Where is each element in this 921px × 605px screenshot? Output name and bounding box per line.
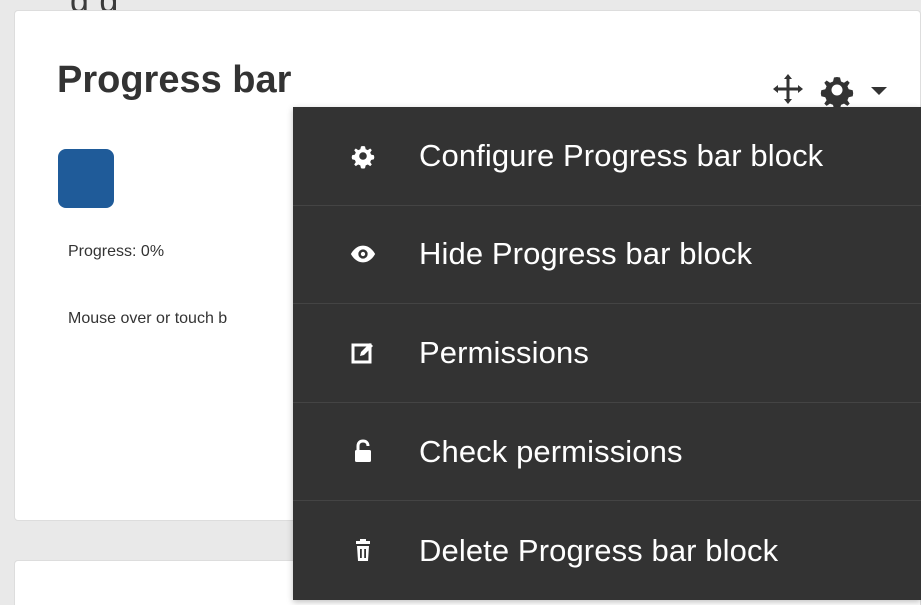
menu-item-permissions[interactable]: Permissions: [293, 304, 921, 403]
menu-item-label: Permissions: [419, 334, 589, 370]
menu-item-hide-progress-bar-block[interactable]: Hide Progress bar block: [293, 206, 921, 305]
menu-item-configure-progress-bar-block[interactable]: Configure Progress bar block: [293, 107, 921, 206]
unlock-icon: [349, 438, 377, 466]
menu-item-check-permissions[interactable]: Check permissions: [293, 403, 921, 502]
menu-item-label: Delete Progress bar block: [419, 532, 779, 568]
menu-item-label: Check permissions: [419, 433, 683, 469]
eye-icon: [349, 240, 377, 268]
help-text: Mouse over or touch b: [68, 310, 228, 327]
edit-icon: [349, 339, 377, 367]
menu-item-label: Configure Progress bar block: [419, 137, 824, 173]
progress-text: Progress: 0%: [68, 243, 165, 260]
chevron-down-icon[interactable]: [865, 77, 893, 105]
page-frame: g g Progress bar Progress: 0% Mouse over…: [0, 0, 921, 605]
menu-item-label: Hide Progress bar block: [419, 236, 753, 272]
progress-indicator[interactable]: [58, 149, 114, 208]
move-icon[interactable]: [770, 71, 806, 107]
settings-dropdown-menu: Configure Progress bar block Hide Progre…: [293, 107, 921, 600]
gear-icon: [349, 142, 377, 170]
block-title: Progress bar: [57, 59, 292, 101]
menu-item-delete-progress-bar-block[interactable]: Delete Progress bar block: [293, 501, 921, 600]
gear-icon[interactable]: [817, 70, 857, 110]
trash-icon: [349, 537, 377, 565]
